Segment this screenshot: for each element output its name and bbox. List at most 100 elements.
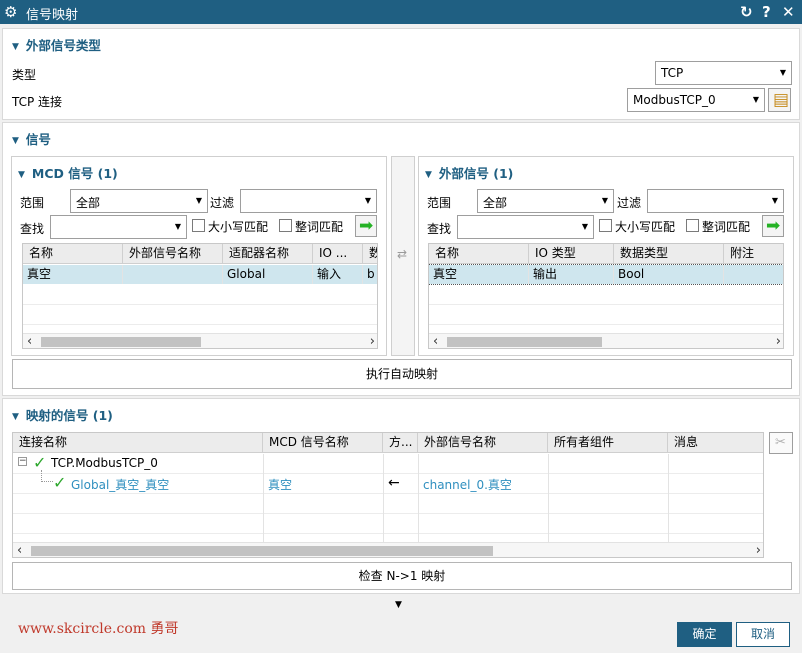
column-header[interactable]: 连接名称 xyxy=(13,433,263,453)
mcd-signals-header[interactable]: ▼ MCD 信号 (1) xyxy=(18,163,118,182)
dropdown-arrow-icon: ▼ xyxy=(752,95,759,104)
column-divider xyxy=(263,454,264,542)
scroll-thumb[interactable] xyxy=(31,546,493,556)
find-go-button[interactable]: ➡ xyxy=(762,215,784,237)
column-header[interactable]: 外部信号名称 xyxy=(418,433,548,453)
column-divider xyxy=(383,454,384,542)
mapped-signals-header[interactable]: ▼ 映射的信号 (1) xyxy=(12,405,113,424)
table-cell: 输入 xyxy=(313,265,363,284)
unlink-icon: ✂ xyxy=(775,435,786,450)
row-divider xyxy=(13,513,763,514)
dropdown-arrow-icon: ▼ xyxy=(601,196,608,205)
connection-settings-icon: ▤ xyxy=(773,90,790,110)
help-button[interactable]: ? xyxy=(762,2,771,22)
signals-header[interactable]: ▼ 信号 xyxy=(12,129,51,148)
scroll-thumb[interactable] xyxy=(447,337,602,347)
range-dropdown[interactable]: 全部 ▼ xyxy=(477,189,614,213)
column-header[interactable]: 数 xyxy=(363,244,377,264)
horizontal-scrollbar[interactable]: ‹ › xyxy=(13,542,763,558)
column-header[interactable]: IO 类型 xyxy=(529,244,614,264)
map-signal-button[interactable]: ⇄ xyxy=(391,156,415,356)
row-divider xyxy=(13,493,763,494)
expand-more-icon[interactable]: ▼ xyxy=(395,600,402,610)
dropdown-arrow-icon: ▼ xyxy=(581,222,588,231)
column-header[interactable]: 消息 xyxy=(668,433,763,453)
case-match-checkbox[interactable] xyxy=(599,219,612,232)
reset-icon[interactable]: ↻ xyxy=(740,2,753,22)
column-header[interactable]: 所有者组件 xyxy=(548,433,668,453)
type-dropdown[interactable]: TCP ▼ xyxy=(655,61,792,85)
close-icon[interactable]: ✕ xyxy=(782,2,795,22)
column-header[interactable]: IO ... xyxy=(313,244,363,264)
whole-word-checkbox[interactable] xyxy=(686,219,699,232)
scroll-thumb[interactable] xyxy=(41,337,201,347)
mcd-signal-name: 真空 xyxy=(268,478,293,492)
scroll-left-icon: ‹ xyxy=(27,334,33,349)
remove-mapping-button[interactable]: ✂ xyxy=(769,432,793,454)
mapped-signals-section: ▼ 映射的信号 (1) 连接名称 MCD 信号名称 方... 外部信号名称 所有者… xyxy=(2,398,800,594)
whole-word-checkbox[interactable] xyxy=(279,219,292,232)
column-header[interactable]: 适配器名称 xyxy=(223,244,313,264)
mapped-signal-table: 连接名称 MCD 信号名称 方... 外部信号名称 所有者组件 消息 − ✓ T… xyxy=(12,432,764,558)
filter-label: 过滤 xyxy=(210,196,235,210)
filter-dropdown[interactable]: ▼ xyxy=(240,189,377,213)
filter-dropdown[interactable]: ▼ xyxy=(647,189,784,213)
find-go-button[interactable]: ➡ xyxy=(355,215,377,237)
tcp-connection-dropdown[interactable]: ModbusTCP_0 ▼ xyxy=(627,88,765,112)
row-divider xyxy=(23,324,377,325)
ok-button[interactable]: 确定 xyxy=(677,622,732,647)
arrow-right-icon: ➡ xyxy=(766,216,781,236)
cancel-button[interactable]: 取消 xyxy=(736,622,790,647)
gear-icon[interactable]: ⚙ xyxy=(4,3,17,21)
watermark: www.skcircle.com 勇哥 xyxy=(18,621,179,637)
mcd-signals-panel: ▼ MCD 信号 (1) 范围 全部 ▼ 过滤 ▼ 查找 ▼ 大小写匹配 整词匹配 … xyxy=(11,156,387,356)
find-input[interactable]: ▼ xyxy=(457,215,594,239)
horizontal-scrollbar[interactable]: ‹ › xyxy=(23,333,377,349)
external-type-header[interactable]: ▼ 外部信号类型 xyxy=(12,35,101,54)
tree-row-mapping[interactable]: ✓ Global_真空_真空 真空 ← channel_0.真空 xyxy=(13,470,763,493)
link-icon: ⇄ xyxy=(397,247,408,261)
row-divider xyxy=(429,304,783,305)
table-cell: Bool xyxy=(614,265,724,284)
row-divider xyxy=(13,533,763,534)
tree-row-connection[interactable]: − ✓ TCP.ModbusTCP_0 xyxy=(13,454,763,473)
connection-settings-button[interactable]: ▤ xyxy=(768,88,791,112)
dropdown-arrow-icon: ▼ xyxy=(364,196,371,205)
find-label: 查找 xyxy=(20,222,45,236)
collapse-toggle-icon[interactable]: − xyxy=(18,457,27,466)
table-cell: Global xyxy=(223,265,313,284)
column-header[interactable]: 附注 xyxy=(724,244,783,264)
table-cell: b xyxy=(363,265,377,284)
external-signals-header[interactable]: ▼ 外部信号 (1) xyxy=(425,163,513,182)
external-signal-name: channel_0.真空 xyxy=(423,478,512,492)
dropdown-arrow-icon: ▼ xyxy=(174,222,181,231)
column-header[interactable]: MCD 信号名称 xyxy=(263,433,383,453)
range-dropdown[interactable]: 全部 ▼ xyxy=(70,189,208,213)
column-header[interactable]: 数据类型 xyxy=(614,244,724,264)
external-type-section: ▼ 外部信号类型 类型 TCP ▼ TCP 连接 ModbusTCP_0 ▼ ▤ xyxy=(2,28,800,120)
case-match-checkbox[interactable] xyxy=(192,219,205,232)
scroll-right-icon: › xyxy=(369,334,375,349)
column-header[interactable]: 方... xyxy=(383,433,418,453)
column-divider xyxy=(418,454,419,542)
table-cell xyxy=(724,265,783,284)
dialog-title: 信号映射 xyxy=(26,8,79,23)
direction-arrow-icon: ← xyxy=(388,475,400,491)
table-cell: 输出 xyxy=(529,265,614,284)
horizontal-scrollbar[interactable]: ‹ › xyxy=(429,333,783,349)
title-bar: ⚙ 信号映射 ↻ ? ✕ xyxy=(0,0,802,24)
check-n-to-1-button[interactable]: 检查 N->1 映射 xyxy=(12,562,792,590)
mapping-name: Global_真空_真空 xyxy=(71,478,170,492)
external-signal-table: 名称 IO 类型 数据类型 附注 真空 输出 Bool ‹ › xyxy=(428,243,784,349)
column-header[interactable]: 名称 xyxy=(23,244,123,264)
auto-map-button[interactable]: 执行自动映射 xyxy=(12,359,792,389)
column-header[interactable]: 名称 xyxy=(429,244,529,264)
range-label: 范围 xyxy=(20,196,45,210)
scroll-left-icon: ‹ xyxy=(17,543,23,558)
scroll-right-icon: › xyxy=(775,334,781,349)
find-input[interactable]: ▼ xyxy=(50,215,187,239)
mcd-signal-table: 名称 外部信号名称 适配器名称 IO ... 数 真空 Global 输入 b … xyxy=(22,243,378,349)
row-divider xyxy=(23,304,377,305)
table-cell: 真空 xyxy=(23,265,123,284)
column-header[interactable]: 外部信号名称 xyxy=(123,244,223,264)
